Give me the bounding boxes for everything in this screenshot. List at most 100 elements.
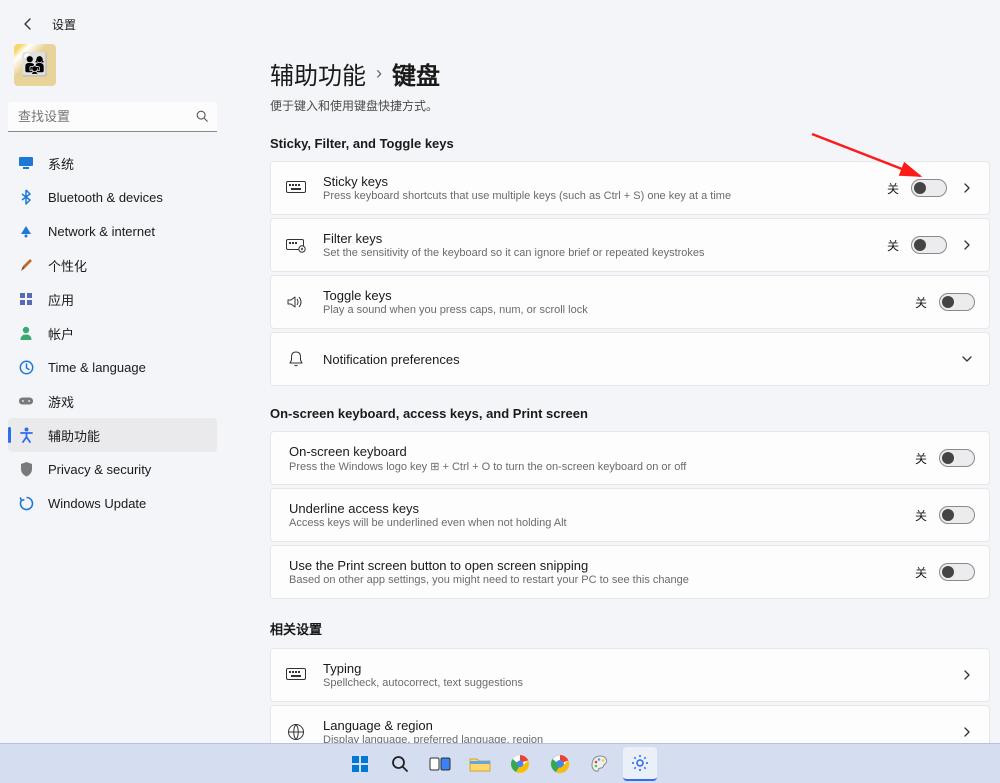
card-filter-keys[interactable]: Filter keys Set the sensitivity of the k… [270, 218, 990, 272]
bell-icon [285, 348, 307, 370]
person-icon [18, 325, 34, 341]
card-desc: Press keyboard shortcuts that use multip… [323, 190, 871, 202]
printscreen-toggle[interactable] [939, 563, 975, 581]
brush-icon [18, 257, 34, 273]
globe-icon [285, 721, 307, 743]
search-input[interactable] [8, 102, 217, 132]
sidebar-item-gaming[interactable]: 游戏 [8, 384, 217, 418]
card-title: Toggle keys [323, 288, 899, 303]
keyboard-filter-icon [285, 234, 307, 256]
app-title: 设置 [52, 16, 76, 33]
sidebar-item-time[interactable]: Time & language [8, 350, 217, 384]
taskbar-search[interactable] [383, 747, 417, 781]
card-sticky-keys[interactable]: Sticky keys Press keyboard shortcuts tha… [270, 161, 990, 215]
sticky-keys-toggle[interactable] [911, 179, 947, 197]
sidebar-item-personalization[interactable]: 个性化 [8, 248, 217, 282]
taskbar-app-palette[interactable] [583, 747, 617, 781]
wifi-icon [18, 223, 34, 239]
sidebar-item-network[interactable]: Network & internet [8, 214, 217, 248]
sidebar-item-label: 游戏 [48, 392, 74, 411]
sidebar-item-system[interactable]: 系统 [8, 146, 217, 180]
taskbar-settings[interactable] [623, 747, 657, 781]
taskbar-browser1[interactable] [503, 747, 537, 781]
sidebar-item-label: 系统 [48, 154, 74, 173]
nav-list: 系统 Bluetooth & devices Network & internet 个… [8, 146, 217, 520]
sidebar-item-label: Bluetooth & devices [48, 190, 163, 205]
chevron-right-icon: › [376, 63, 382, 84]
card-underline-access-keys[interactable]: Underline access keys Access keys will b… [270, 488, 990, 542]
search-icon [195, 109, 209, 123]
onscreen-keyboard-toggle[interactable] [939, 449, 975, 467]
bluetooth-icon [18, 189, 34, 205]
sidebar-item-label: Windows Update [48, 496, 146, 511]
keyboard-icon [285, 177, 307, 199]
sidebar-item-label: Network & internet [48, 224, 155, 239]
sidebar-item-label: 帐户 [48, 324, 74, 343]
search-box[interactable] [8, 102, 217, 132]
sidebar: 👨‍👩‍👧 系统 Bluetooth & devices Network & int… [0, 38, 225, 520]
card-desc: Press the Windows logo key ⊞ + Ctrl + O … [289, 460, 899, 473]
underline-access-keys-toggle[interactable] [939, 506, 975, 524]
sidebar-item-accessibility[interactable]: 辅助功能 [8, 418, 217, 452]
card-printscreen-snipping[interactable]: Use the Print screen button to open scre… [270, 545, 990, 599]
sidebar-item-update[interactable]: Windows Update [8, 486, 217, 520]
filter-keys-toggle[interactable] [911, 236, 947, 254]
card-title: Language & region [323, 718, 943, 733]
toggle-state: 关 [887, 237, 899, 254]
card-title: Sticky keys [323, 174, 871, 189]
card-notification-prefs[interactable]: Notification preferences [270, 332, 990, 386]
clock-icon [18, 359, 34, 375]
card-title: Typing [323, 661, 943, 676]
breadcrumb-parent[interactable]: 辅助功能 [270, 56, 366, 91]
chevron-right-icon[interactable] [959, 181, 975, 195]
sidebar-item-accounts[interactable]: 帐户 [8, 316, 217, 350]
sidebar-item-apps[interactable]: 应用 [8, 282, 217, 316]
breadcrumb: 辅助功能 › 键盘 [270, 56, 990, 91]
keyboard-small-icon [285, 664, 307, 686]
card-desc: Set the sensitivity of the keyboard so i… [323, 247, 871, 259]
accessibility-icon [18, 427, 34, 443]
chevron-right-icon[interactable] [959, 725, 975, 739]
update-icon [18, 495, 34, 511]
sidebar-item-privacy[interactable]: Privacy & security [8, 452, 217, 486]
card-title: On-screen keyboard [289, 444, 899, 459]
card-desc: Display language, preferred language, re… [323, 734, 943, 743]
section-title-related: 相关设置 [270, 619, 990, 638]
chevron-right-icon[interactable] [959, 238, 975, 252]
avatar: 👨‍👩‍👧 [14, 44, 56, 86]
card-language-region[interactable]: Language & region Display language, pref… [270, 705, 990, 743]
start-button[interactable] [343, 747, 377, 781]
toggle-keys-toggle[interactable] [939, 293, 975, 311]
taskbar-taskview[interactable] [423, 747, 457, 781]
chevron-down-icon[interactable] [959, 354, 975, 364]
breadcrumb-current: 键盘 [392, 56, 440, 91]
card-title: Notification preferences [323, 352, 943, 367]
display-icon [18, 155, 34, 171]
section-title-onscreen: On-screen keyboard, access keys, and Pri… [270, 406, 990, 421]
sidebar-item-label: 应用 [48, 290, 74, 309]
shield-icon [18, 461, 34, 477]
toggle-state: 关 [915, 507, 927, 524]
sidebar-item-bluetooth[interactable]: Bluetooth & devices [8, 180, 217, 214]
section-title-keys: Sticky, Filter, and Toggle keys [270, 136, 990, 151]
card-title: Use the Print screen button to open scre… [289, 558, 899, 573]
back-button[interactable] [18, 14, 38, 34]
arrow-left-icon [20, 16, 36, 32]
taskbar-browser2[interactable] [543, 747, 577, 781]
card-onscreen-keyboard[interactable]: On-screen keyboard Press the Windows log… [270, 431, 990, 485]
card-toggle-keys[interactable]: Toggle keys Play a sound when you press … [270, 275, 990, 329]
page-subtitle: 便于键入和使用键盘快捷方式。 [270, 97, 990, 114]
main-content: 辅助功能 › 键盘 便于键入和使用键盘快捷方式。 Sticky, Filter,… [270, 56, 990, 743]
sidebar-item-label: Privacy & security [48, 462, 151, 477]
toggle-state: 关 [915, 564, 927, 581]
card-typing[interactable]: Typing Spellcheck, autocorrect, text sug… [270, 648, 990, 702]
apps-icon [18, 291, 34, 307]
sidebar-item-label: 辅助功能 [48, 426, 100, 445]
profile-block[interactable]: 👨‍👩‍👧 [8, 38, 217, 98]
chevron-right-icon[interactable] [959, 668, 975, 682]
header: 设置 [0, 0, 1000, 42]
taskbar [0, 743, 1000, 783]
speaker-icon [285, 291, 307, 313]
toggle-state: 关 [915, 450, 927, 467]
taskbar-explorer[interactable] [463, 747, 497, 781]
